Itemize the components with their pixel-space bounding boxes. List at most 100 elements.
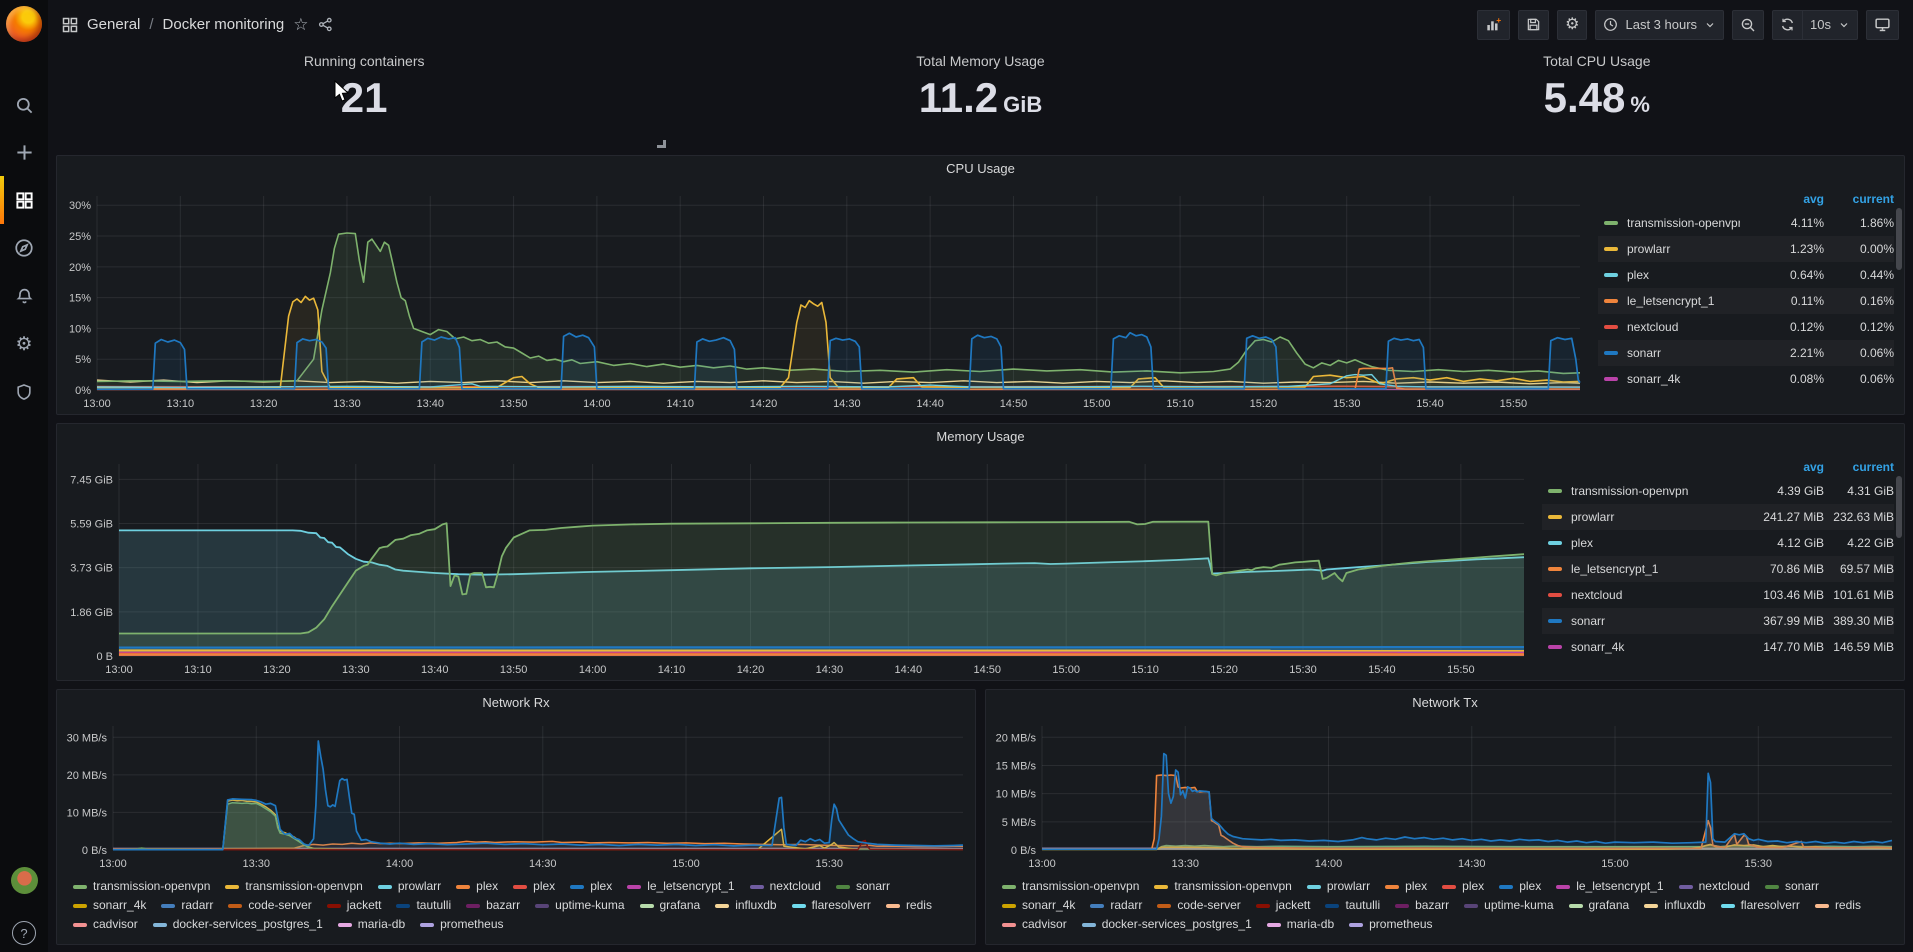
legend-item-bazarr[interactable]: bazarr xyxy=(466,896,520,915)
search-icon[interactable] xyxy=(0,85,48,125)
legend-avg-header[interactable]: avg xyxy=(1740,460,1824,474)
legend-row-nextcloud[interactable]: nextcloud103.46 MiB101.61 MiB xyxy=(1542,582,1894,608)
cpu-usage-chart[interactable]: 13:0013:1013:2013:3013:4013:5014:0014:10… xyxy=(57,182,1594,414)
legend-item-transmission-openvpn[interactable]: transmission-openvpn xyxy=(1154,877,1291,896)
star-icon[interactable]: ☆ xyxy=(293,16,308,33)
legend-item-le_letsencrypt_1[interactable]: le_letsencrypt_1 xyxy=(627,877,734,896)
breadcrumb-folder[interactable]: General xyxy=(87,16,140,33)
legend-item-plex[interactable]: plex xyxy=(1442,877,1484,896)
legend-item-nextcloud[interactable]: nextcloud xyxy=(750,877,821,896)
legend-item-prowlarr[interactable]: prowlarr xyxy=(378,877,441,896)
legend-scrollbar[interactable] xyxy=(1896,208,1902,270)
panel-title[interactable]: Memory Usage xyxy=(57,424,1904,450)
legend-row-prowlarr[interactable]: prowlarr1.23%0.00% xyxy=(1598,236,1894,262)
legend-row-nextcloud[interactable]: nextcloud0.12%0.12% xyxy=(1598,314,1894,340)
legend-current-header[interactable]: current xyxy=(1824,460,1894,474)
legend-item-sonarr[interactable]: sonarr xyxy=(836,877,890,896)
legend-item-cadvisor[interactable]: cadvisor xyxy=(1002,915,1067,934)
legend-item-radarr[interactable]: radarr xyxy=(1090,896,1142,915)
refresh-interval-picker[interactable]: 10s xyxy=(1803,10,1858,40)
grafana-logo-icon[interactable] xyxy=(6,6,42,42)
legend-item-redis[interactable]: redis xyxy=(886,896,932,915)
legend-item-jackett[interactable]: jackett xyxy=(1256,896,1311,915)
dashboards-icon[interactable] xyxy=(0,180,48,220)
legend-item-transmission-openvpn[interactable]: transmission-openvpn xyxy=(73,877,210,896)
legend-item-prowlarr[interactable]: prowlarr xyxy=(1307,877,1370,896)
explore-compass-icon[interactable] xyxy=(0,228,48,268)
legend-item-grafana[interactable]: grafana xyxy=(640,896,701,915)
time-range-picker[interactable]: Last 3 hours xyxy=(1595,10,1724,40)
stat-title[interactable]: Running containers xyxy=(304,53,425,69)
legend-item-prometheus[interactable]: prometheus xyxy=(1349,915,1432,934)
tv-mode-button[interactable] xyxy=(1866,10,1899,40)
panel-title[interactable]: Network Rx xyxy=(57,690,975,716)
legend-item-sonarr_4k[interactable]: sonarr_4k xyxy=(1002,896,1075,915)
legend-item-docker-services_postgres_1[interactable]: docker-services_postgres_1 xyxy=(1082,915,1252,934)
legend-item-plex[interactable]: plex xyxy=(570,877,612,896)
legend-row-prowlarr[interactable]: prowlarr241.27 MiB232.63 MiB xyxy=(1542,504,1894,530)
legend-item-radarr[interactable]: radarr xyxy=(161,896,213,915)
server-admin-shield-icon[interactable] xyxy=(0,372,48,412)
legend-row-le_letsencrypt_1[interactable]: le_letsencrypt_170.86 MiB69.57 MiB xyxy=(1542,556,1894,582)
add-panel-button[interactable]: + xyxy=(1477,10,1510,40)
legend-item-code-server[interactable]: code-server xyxy=(228,896,311,915)
panel-title[interactable]: CPU Usage xyxy=(57,156,1904,182)
legend-item-sonarr_4k[interactable]: sonarr_4k xyxy=(73,896,146,915)
legend-item-cadvisor[interactable]: cadvisor xyxy=(73,915,138,934)
help-icon[interactable]: ? xyxy=(0,913,48,952)
legend-item-plex[interactable]: plex xyxy=(1385,877,1427,896)
legend-item-tautulli[interactable]: tautulli xyxy=(1325,896,1380,915)
configuration-gear-icon[interactable]: ⚙ xyxy=(0,324,48,364)
share-icon[interactable] xyxy=(318,17,333,32)
legend-item-flaresolverr[interactable]: flaresolverr xyxy=(792,896,871,915)
panel-title[interactable]: Network Tx xyxy=(986,690,1904,716)
legend-item-uptime-kuma[interactable]: uptime-kuma xyxy=(535,896,624,915)
legend-item-tautulli[interactable]: tautulli xyxy=(396,896,451,915)
legend-item-influxdb[interactable]: influxdb xyxy=(715,896,776,915)
network-rx-chart[interactable]: 13:0013:3014:0014:3015:0015:300 B/s10 MB… xyxy=(57,716,975,874)
legend-item-maria-db[interactable]: maria-db xyxy=(338,915,405,934)
legend-row-le_letsencrypt_1[interactable]: le_letsencrypt_10.11%0.16% xyxy=(1598,288,1894,314)
create-add-icon[interactable] xyxy=(0,132,48,172)
refresh-button[interactable] xyxy=(1772,10,1803,40)
alerting-bell-icon[interactable] xyxy=(0,276,48,316)
legend-item-docker-services_postgres_1[interactable]: docker-services_postgres_1 xyxy=(153,915,323,934)
legend-row-transmission-openvpn[interactable]: transmission-openvpn4.11%1.86% xyxy=(1598,210,1894,236)
legend-row-sonarr[interactable]: sonarr367.99 MiB389.30 MiB xyxy=(1542,608,1894,634)
legend-item-plex[interactable]: plex xyxy=(456,877,498,896)
legend-item-influxdb[interactable]: influxdb xyxy=(1644,896,1705,915)
legend-item-flaresolverr[interactable]: flaresolverr xyxy=(1721,896,1800,915)
legend-item-grafana[interactable]: grafana xyxy=(1569,896,1630,915)
legend-row-plex[interactable]: plex0.64%0.44% xyxy=(1598,262,1894,288)
legend-item-le_letsencrypt_1[interactable]: le_letsencrypt_1 xyxy=(1556,877,1663,896)
legend-scrollbar[interactable] xyxy=(1896,476,1902,538)
dashboard-settings-button[interactable]: ⚙ xyxy=(1557,10,1587,40)
legend-item-code-server[interactable]: code-server xyxy=(1157,896,1240,915)
memory-usage-chart[interactable]: 13:0013:1013:2013:3013:4013:5014:0014:10… xyxy=(57,450,1538,680)
stat-title[interactable]: Total CPU Usage xyxy=(1543,53,1650,69)
legend-item-prometheus[interactable]: prometheus xyxy=(420,915,503,934)
legend-current-header[interactable]: current xyxy=(1824,192,1894,206)
legend-row-sonarr_4k[interactable]: sonarr_4k0.08%0.06% xyxy=(1598,366,1894,392)
legend-row-sonarr_4k[interactable]: sonarr_4k147.70 MiB146.59 MiB xyxy=(1542,634,1894,660)
user-avatar[interactable] xyxy=(0,860,48,900)
breadcrumb-dashboard-title[interactable]: Docker monitoring xyxy=(163,16,285,33)
legend-item-redis[interactable]: redis xyxy=(1815,896,1861,915)
legend-row-plex[interactable]: plex4.12 GiB4.22 GiB xyxy=(1542,530,1894,556)
legend-avg-header[interactable]: avg xyxy=(1740,192,1824,206)
legend-item-nextcloud[interactable]: nextcloud xyxy=(1679,877,1750,896)
legend-item-transmission-openvpn[interactable]: transmission-openvpn xyxy=(1002,877,1139,896)
stat-title[interactable]: Total Memory Usage xyxy=(916,53,1044,69)
network-tx-chart[interactable]: 13:0013:3014:0014:3015:0015:300 B/s5 MB/… xyxy=(986,716,1904,874)
legend-item-plex[interactable]: plex xyxy=(513,877,555,896)
legend-item-transmission-openvpn[interactable]: transmission-openvpn xyxy=(225,877,362,896)
legend-item-bazarr[interactable]: bazarr xyxy=(1395,896,1449,915)
legend-item-jackett[interactable]: jackett xyxy=(327,896,382,915)
legend-item-uptime-kuma[interactable]: uptime-kuma xyxy=(1464,896,1553,915)
legend-item-sonarr[interactable]: sonarr xyxy=(1765,877,1819,896)
legend-item-maria-db[interactable]: maria-db xyxy=(1267,915,1334,934)
legend-row-sonarr[interactable]: sonarr2.21%0.06% xyxy=(1598,340,1894,366)
legend-item-plex[interactable]: plex xyxy=(1499,877,1541,896)
legend-row-transmission-openvpn[interactable]: transmission-openvpn4.39 GiB4.31 GiB xyxy=(1542,478,1894,504)
save-dashboard-button[interactable] xyxy=(1518,10,1549,40)
